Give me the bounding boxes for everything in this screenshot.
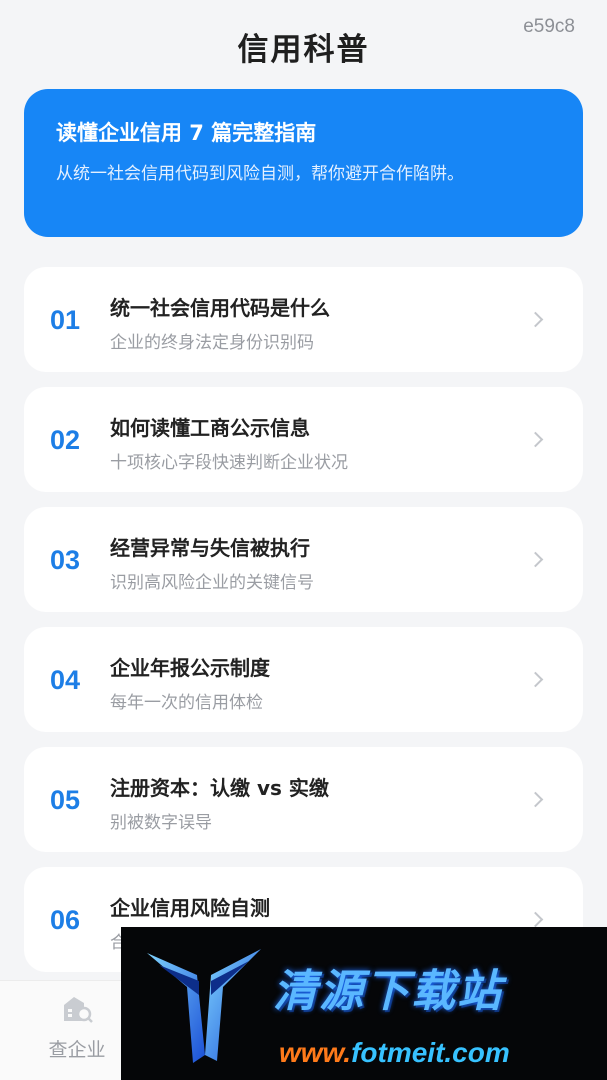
site-logo-icon: [139, 935, 269, 1074]
chevron-right-icon: [527, 911, 544, 928]
page: e59c8 信用科普 读懂企业信用 7 篇完整指南 从统一社会信用代码到风险自测…: [0, 0, 607, 1080]
tab-company-search[interactable]: 查企业: [32, 993, 122, 1062]
article-title: 经营异常与失信被执行: [110, 536, 310, 560]
article-number: 04: [50, 665, 81, 695]
article-card[interactable]: 04 企业年报公示制度 每年一次的信用体检: [24, 627, 583, 732]
tab-label: 查企业: [48, 1039, 106, 1061]
banner-subtitle: 从统一社会信用代码到风险自测，帮你避开合作陷阱。: [56, 164, 464, 184]
watermark-overlay: 清源下载站 www.fotmeit.com: [121, 927, 607, 1080]
article-subtitle: 十项核心字段快速判断企业状况: [110, 453, 348, 473]
page-title: 信用科普: [237, 32, 370, 68]
chevron-right-icon: [527, 791, 544, 808]
article-title: 如何读懂工商公示信息: [110, 416, 310, 440]
article-list: 01 统一社会信用代码是什么 企业的终身法定身份识别码 02 如何读懂工商公示信…: [24, 267, 583, 987]
article-card[interactable]: 02 如何读懂工商公示信息 十项核心字段快速判断企业状况: [24, 387, 583, 492]
article-card[interactable]: 03 经营异常与失信被执行 识别高风险企业的关键信号: [24, 507, 583, 612]
article-title: 注册资本：认缴 vs 实缴: [110, 776, 329, 800]
chevron-right-icon: [527, 311, 544, 328]
article-subtitle: 企业的终身法定身份识别码: [110, 333, 314, 353]
company-search-icon: [60, 993, 94, 1027]
chevron-right-icon: [527, 431, 544, 448]
article-card[interactable]: 05 注册资本：认缴 vs 实缴 别被数字误导: [24, 747, 583, 852]
article-title: 企业信用风险自测: [110, 896, 270, 920]
article-number: 01: [50, 305, 81, 335]
article-subtitle: 每年一次的信用体检: [110, 693, 263, 713]
article-subtitle: 识别高风险企业的关键信号: [110, 573, 314, 593]
guide-banner[interactable]: 读懂企业信用 7 篇完整指南 从统一社会信用代码到风险自测，帮你避开合作陷阱。: [24, 89, 583, 237]
article-number: 06: [50, 905, 81, 935]
article-number: 05: [50, 785, 81, 815]
chevron-right-icon: [527, 551, 544, 568]
article-card[interactable]: 01 统一社会信用代码是什么 企业的终身法定身份识别码: [24, 267, 583, 372]
article-title: 统一社会信用代码是什么: [110, 296, 330, 320]
article-title: 企业年报公示制度: [110, 656, 270, 680]
article-number: 02: [50, 425, 81, 455]
watermark-site-name: 清源下载站: [273, 966, 503, 1017]
article-subtitle: 别被数字误导: [110, 813, 212, 833]
article-number: 03: [50, 545, 81, 575]
chevron-right-icon: [527, 671, 544, 688]
banner-title: 读懂企业信用 7 篇完整指南: [56, 121, 317, 145]
watermark-url: www.fotmeit.com: [279, 1037, 510, 1068]
